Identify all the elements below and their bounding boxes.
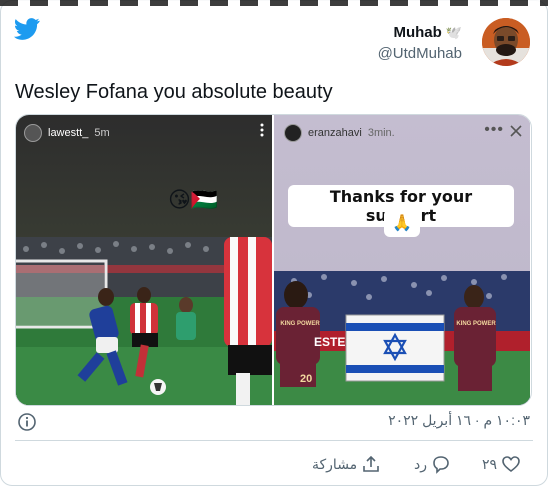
more-dots-icon[interactable]	[260, 123, 264, 137]
stadium-banner-text: ESTE	[314, 335, 346, 349]
story-username: eranzahavi	[308, 127, 362, 139]
close-icon[interactable]	[510, 125, 522, 137]
tweet-text: Wesley Fofana you absolute beauty	[15, 81, 333, 103]
reply-label: رد	[414, 455, 427, 472]
story-avatar	[24, 124, 42, 142]
heart-icon	[502, 456, 520, 473]
stadium-photo-right	[274, 271, 530, 405]
media-image-right[interactable]: eranzahavi 3min. ••• Thanks for your sup…	[274, 115, 530, 405]
reply-bubble-icon	[433, 456, 449, 474]
story-time: 5m	[94, 127, 110, 139]
story-avatar	[284, 124, 302, 142]
author-name[interactable]: Muhab	[393, 24, 441, 42]
tweet-media[interactable]: lawestt_ 5m 😘🇵🇸 eranzahavi 3min. ••• Tha…	[15, 114, 532, 406]
author-name-row[interactable]: Muhab 🕊️	[393, 24, 462, 42]
twitter-bird-icon[interactable]	[14, 18, 40, 40]
jersey-sponsor-left: KING POWER	[280, 321, 320, 327]
decorative-top-strip	[0, 0, 548, 6]
avatar-image	[482, 18, 530, 66]
dove-emoji: 🕊️	[445, 25, 462, 40]
story-time: 3min.	[367, 127, 395, 139]
divider	[15, 440, 533, 441]
pray-emoji: 🙏	[384, 209, 420, 237]
reply-button[interactable]: رد	[414, 454, 451, 474]
like-button[interactable]: ٢٩	[482, 454, 521, 474]
tweet-timestamp[interactable]: ١٠:٠٣ م · ١٦ أبريل ٢٠٢٢	[375, 412, 530, 429]
author-handle[interactable]: @UtdMuhab	[378, 44, 462, 63]
jersey-number: 20	[300, 373, 313, 385]
jersey-sponsor-right: KING POWER	[456, 321, 496, 327]
more-dots-icon[interactable]: •••	[484, 121, 504, 139]
tweet-actions: مشاركة رد ٢٩	[0, 454, 548, 476]
story-header-left: lawestt_ 5m	[24, 124, 110, 142]
share-icon	[363, 455, 379, 472]
avatar[interactable]	[482, 18, 530, 66]
story-emoji: 😘🇵🇸	[168, 187, 219, 212]
share-button[interactable]: مشاركة	[312, 454, 381, 474]
story-username: lawestt_	[48, 127, 89, 139]
media-image-left[interactable]: lawestt_ 5m 😘🇵🇸	[16, 115, 272, 405]
share-label: مشاركة	[312, 455, 358, 472]
info-icon[interactable]	[17, 412, 37, 432]
tweet-author[interactable]: Muhab 🕊️ @UtdMuhab	[378, 24, 462, 63]
football-photo-left	[16, 237, 272, 405]
like-count: ٢٩	[482, 455, 498, 472]
story-header-right: eranzahavi 3min.	[284, 124, 395, 142]
